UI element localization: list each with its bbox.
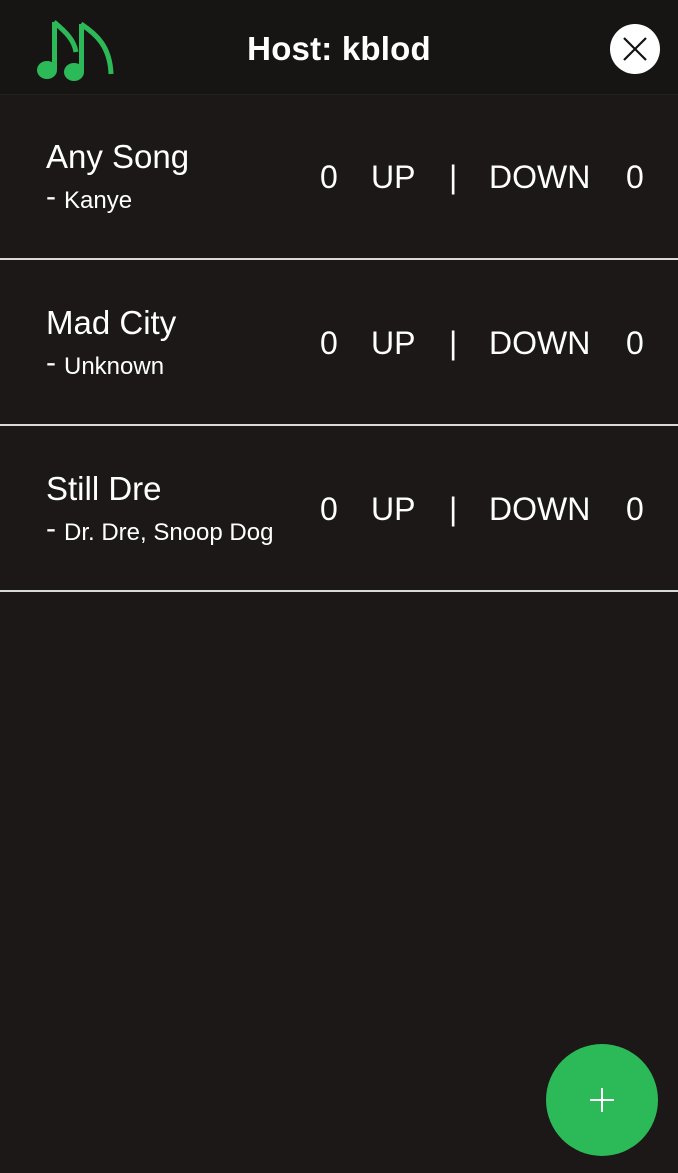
vote-separator: | bbox=[449, 159, 458, 195]
down-vote-button[interactable]: DOWN bbox=[489, 159, 590, 195]
vote-separator: | bbox=[449, 491, 458, 527]
artist-name: Dr. Dre, Snoop Dog bbox=[64, 519, 274, 546]
song-artist: - Dr. Dre, Snoop Dog bbox=[46, 512, 274, 548]
up-vote-button[interactable]: UP bbox=[371, 491, 415, 527]
page-title: Host: kblod bbox=[247, 30, 431, 67]
artist-name: Kanye bbox=[64, 187, 133, 214]
song-title: Mad City bbox=[46, 304, 177, 341]
close-icon bbox=[623, 37, 647, 61]
up-vote-count: 0 bbox=[320, 325, 338, 361]
song-list: Any Song - Kanye 0 UP | DOWN 0 Mad City -… bbox=[0, 94, 678, 592]
artist-dash: - bbox=[46, 180, 56, 213]
add-song-button[interactable] bbox=[546, 1044, 658, 1156]
up-vote-count: 0 bbox=[320, 159, 338, 195]
artist-name: Unknown bbox=[64, 353, 165, 380]
down-vote-button[interactable]: DOWN bbox=[489, 491, 590, 527]
song-artist: - Unknown bbox=[46, 346, 165, 382]
artist-dash: - bbox=[46, 346, 56, 379]
plus-icon bbox=[590, 1088, 614, 1112]
down-vote-button[interactable]: DOWN bbox=[489, 325, 590, 361]
up-vote-button[interactable]: UP bbox=[371, 325, 415, 361]
song-title: Still Dre bbox=[46, 470, 162, 507]
down-vote-count: 0 bbox=[626, 325, 644, 361]
vote-separator: | bbox=[449, 325, 458, 361]
header: Host: kblod bbox=[0, 0, 678, 95]
song-title: Any Song bbox=[46, 138, 190, 175]
song-row: Mad City - Unknown 0 UP | DOWN 0 bbox=[0, 260, 678, 426]
close-button[interactable] bbox=[610, 24, 660, 74]
song-row: Still Dre - Dr. Dre, Snoop Dog 0 UP | DOW… bbox=[0, 426, 678, 592]
down-vote-count: 0 bbox=[626, 491, 644, 527]
up-vote-count: 0 bbox=[320, 491, 338, 527]
song-artist: - Kanye bbox=[46, 180, 133, 216]
song-row: Any Song - Kanye 0 UP | DOWN 0 bbox=[0, 94, 678, 260]
app: Host: kblod Any Song - Kanye 0 UP | DOWN … bbox=[0, 0, 678, 1173]
down-vote-count: 0 bbox=[626, 159, 644, 195]
up-vote-button[interactable]: UP bbox=[371, 159, 415, 195]
artist-dash: - bbox=[46, 512, 56, 545]
